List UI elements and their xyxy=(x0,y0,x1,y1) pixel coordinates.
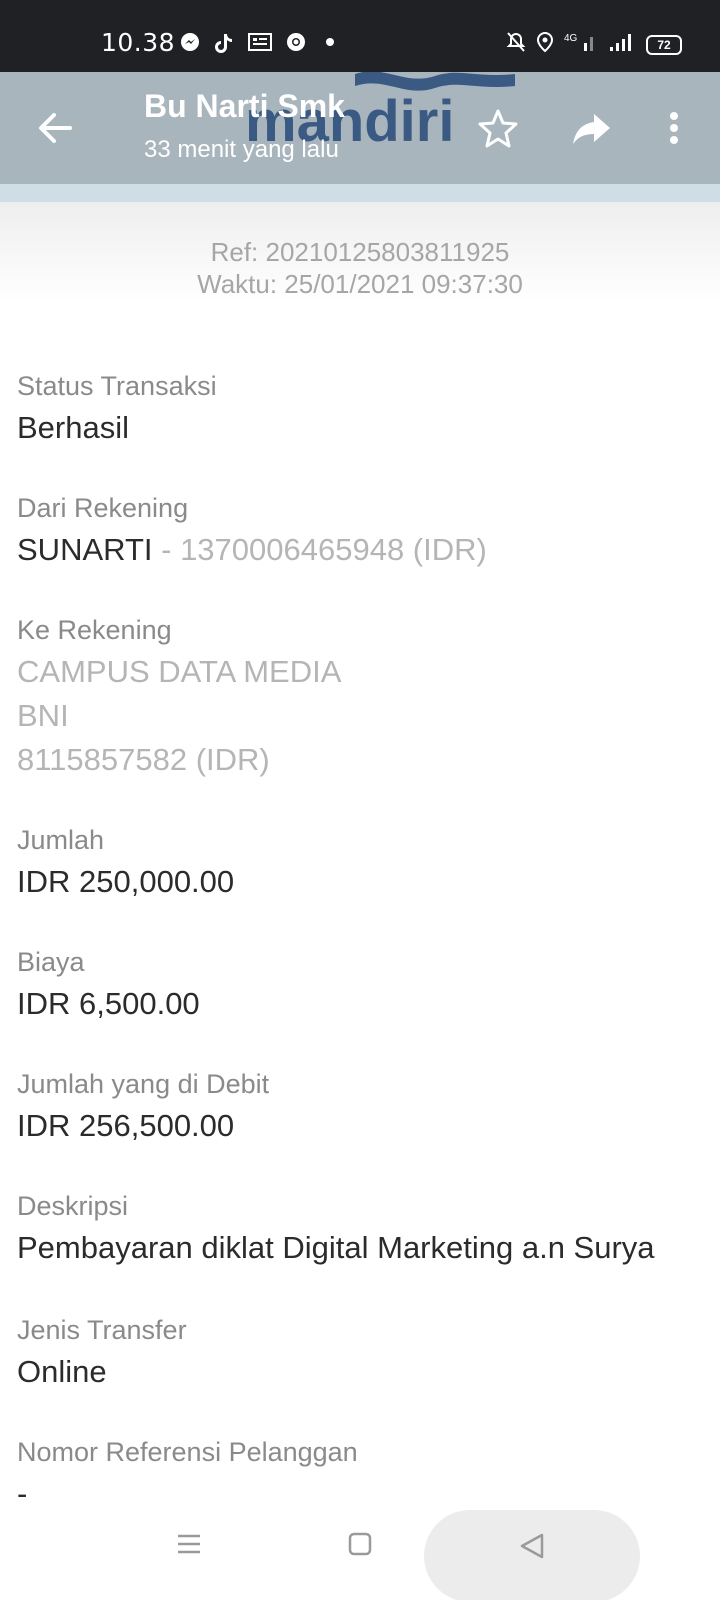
system-back-button[interactable] xyxy=(518,1532,546,1560)
amount-value: IDR 250,000.00 xyxy=(17,864,235,899)
notification-icons xyxy=(180,32,334,53)
arrow-left-icon xyxy=(39,113,72,143)
ref-number: Ref: 20210125803811925 xyxy=(210,237,510,267)
receipt-details: Status Transaksi Berhasil Dari Rekening … xyxy=(17,366,720,1522)
system-icons: 4G 72 xyxy=(506,31,682,58)
star-button[interactable] xyxy=(474,104,522,152)
fee-value: IDR 6,500.00 xyxy=(17,986,200,1021)
back-triangle-icon xyxy=(520,1533,544,1559)
more-options-button[interactable] xyxy=(660,104,688,152)
home-square-icon xyxy=(348,1532,372,1556)
to-account-bank: BNI xyxy=(17,698,69,733)
description-value: Pembayaran diklat Digital Marketing a.n … xyxy=(17,1230,655,1265)
field-debit: Jumlah yang di Debit IDR 256,500.00 xyxy=(17,1064,720,1186)
bell-off-icon xyxy=(506,31,526,58)
from-account-value: SUNARTI - 1370006465948 (IDR) xyxy=(17,528,720,572)
home-button[interactable] xyxy=(348,1532,372,1556)
from-account-number: - 1370006465948 (IDR) xyxy=(152,532,487,567)
messenger-icon xyxy=(180,32,200,52)
field-status: Status Transaksi Berhasil xyxy=(17,366,720,488)
from-account-label: Dari Rekening xyxy=(17,493,189,523)
field-to-account: Ke Rekening CAMPUS DATA MEDIA BNI 811585… xyxy=(17,610,720,820)
chrome-icon xyxy=(286,32,306,52)
field-description: Deskripsi Pembayaran diklat Digital Mark… xyxy=(17,1186,720,1310)
more-vert-icon xyxy=(670,112,678,144)
description-label: Deskripsi xyxy=(17,1191,129,1221)
app-bar: mandiri Bu Narti Smk 33 menit yang lalu xyxy=(0,72,720,184)
field-from-account: Dari Rekening SUNARTI - 1370006465948 (I… xyxy=(17,488,720,610)
field-fee: Biaya IDR 6,500.00 xyxy=(17,942,720,1064)
transfer-type-value: Online xyxy=(17,1354,107,1389)
forward-button[interactable] xyxy=(568,104,616,152)
status-label: Status Transaksi xyxy=(17,371,217,401)
status-time: 10.38 xyxy=(101,28,176,57)
receipt-reference: Ref: 20210125803811925 Waktu: 25/01/2021… xyxy=(0,236,720,300)
tiktok-icon xyxy=(214,32,234,53)
status-value: Berhasil xyxy=(17,410,129,445)
debit-value: IDR 256,500.00 xyxy=(17,1108,235,1143)
field-customer-ref: Nomor Referensi Pelanggan - xyxy=(17,1432,720,1522)
status-bar: 10.38 4G 72 xyxy=(0,0,720,72)
to-account-label: Ke Rekening xyxy=(17,615,172,645)
menu-icon xyxy=(178,1534,200,1554)
location-icon xyxy=(536,31,554,58)
chat-subtitle: 33 menit yang lalu xyxy=(144,136,339,163)
signal-icon xyxy=(608,31,636,58)
battery-icon: 72 xyxy=(646,34,682,55)
recent-apps-button[interactable] xyxy=(175,1530,203,1558)
to-account-name: CAMPUS DATA MEDIA xyxy=(17,654,342,689)
from-account-name: SUNARTI xyxy=(17,532,153,567)
debit-label: Jumlah yang di Debit xyxy=(17,1069,270,1099)
navigation-bar xyxy=(0,1510,720,1600)
back-button[interactable] xyxy=(30,102,82,154)
news-icon xyxy=(248,32,272,52)
signal-4g-icon: 4G xyxy=(564,31,598,58)
to-account-number: 8115857582 (IDR) xyxy=(17,742,270,777)
dot-icon xyxy=(326,38,334,46)
customer-ref-label: Nomor Referensi Pelanggan xyxy=(17,1437,358,1467)
field-transfer-type: Jenis Transfer Online xyxy=(17,1310,720,1432)
forward-icon xyxy=(573,114,610,144)
amount-label: Jumlah xyxy=(17,825,105,855)
chat-title: Bu Narti Smk xyxy=(144,88,345,124)
transfer-type-label: Jenis Transfer xyxy=(17,1315,187,1345)
fee-label: Biaya xyxy=(17,947,85,977)
header-divider xyxy=(0,184,720,202)
svg-text:4G: 4G xyxy=(564,33,578,44)
transaction-time: Waktu: 25/01/2021 09:37:30 xyxy=(197,269,523,299)
star-icon xyxy=(478,109,518,148)
field-amount: Jumlah IDR 250,000.00 xyxy=(17,820,720,942)
